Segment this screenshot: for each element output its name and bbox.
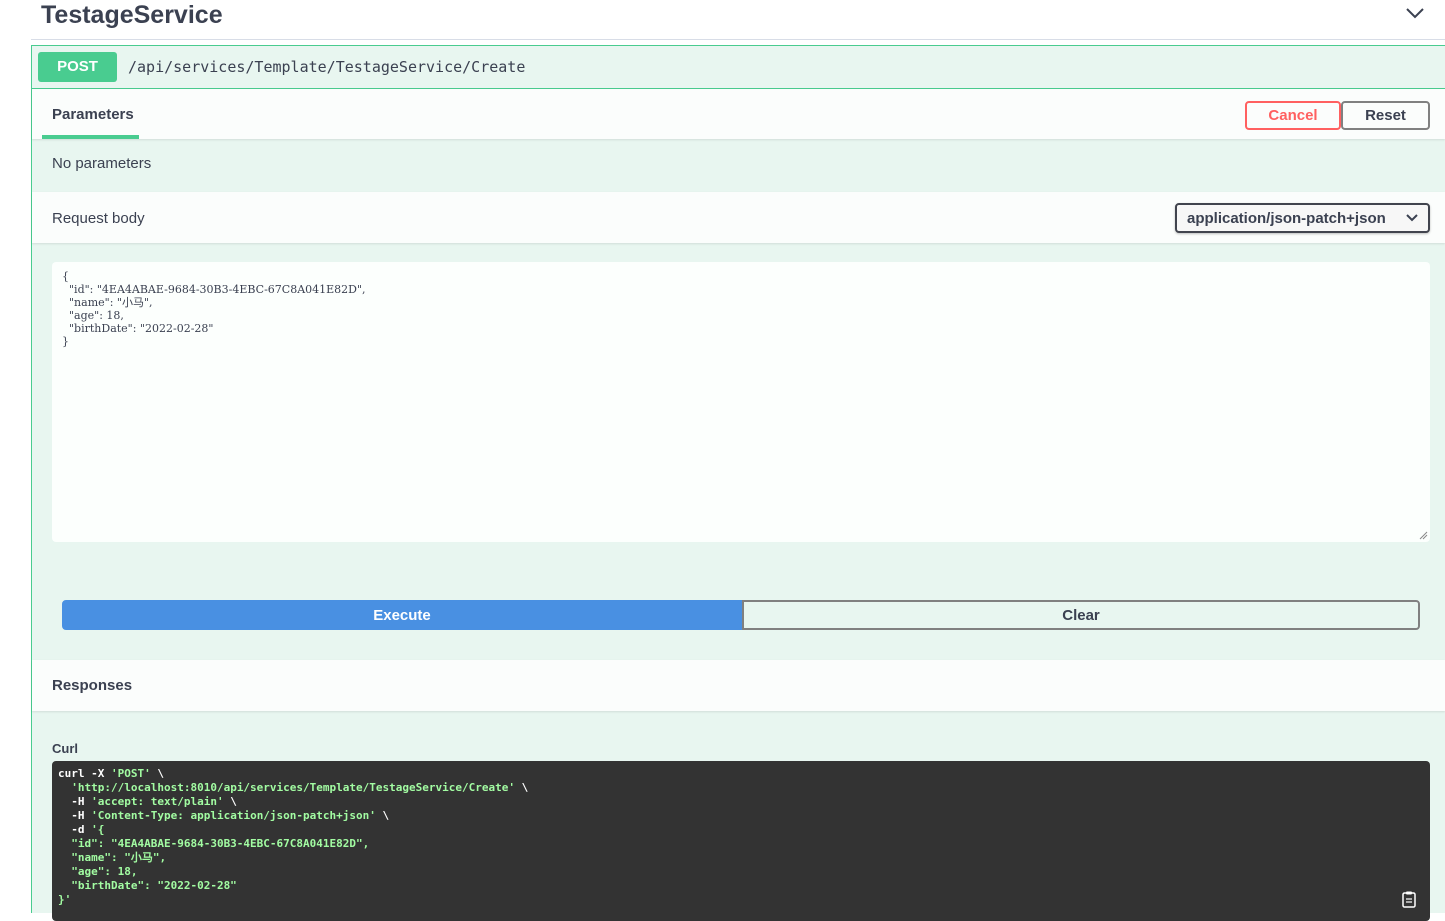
reset-button[interactable]: Reset — [1341, 101, 1430, 130]
curl-body-line: "age": 18, — [58, 865, 138, 878]
curl-string: 'Content-Type: application/json-patch+js… — [91, 809, 376, 822]
request-body-label: Request body — [52, 210, 145, 227]
curl-text: \ — [223, 795, 237, 808]
curl-text: \ — [150, 767, 164, 780]
curl-text: -H — [58, 809, 92, 822]
cancel-button[interactable]: Cancel — [1245, 101, 1341, 130]
operation-block: POST /api/services/Template/TestageServi… — [31, 45, 1445, 921]
curl-string: '{ — [91, 823, 105, 836]
curl-string: 'POST' — [110, 767, 151, 780]
tab-parameters[interactable]: Parameters — [52, 106, 134, 123]
content-type-select[interactable]: application/json-patch+json — [1175, 203, 1430, 233]
curl-string: 'accept: text/plain' — [91, 795, 224, 808]
curl-body-line: "id": "4EA4ABAE-9684-30B3-4EBC-67C8A041E… — [58, 837, 370, 850]
curl-body-line: "birthDate": "2022-02-28" — [58, 879, 237, 892]
clear-button[interactable]: Clear — [742, 600, 1420, 630]
responses-header: Responses — [32, 660, 1445, 711]
curl-text: -d — [58, 823, 92, 836]
tag-title[interactable]: TestageService — [41, 0, 223, 30]
operation-path: /api/services/Template/TestageService/Cr… — [128, 58, 526, 76]
parameters-header: Parameters Cancel Reset — [32, 89, 1445, 139]
clipboard-icon[interactable] — [1400, 890, 1418, 908]
no-parameters-text: No parameters — [52, 155, 152, 172]
curl-label: Curl — [52, 741, 78, 756]
request-body-editor[interactable]: { "id": "4EA4ABAE-9684-30B3-4EBC-67C8A04… — [52, 262, 1430, 542]
method-badge: POST — [38, 52, 117, 82]
chevron-down-icon[interactable] — [1405, 5, 1425, 21]
tag-header[interactable]: TestageService — [31, 0, 1445, 40]
content-type-value: application/json-patch+json — [1187, 210, 1386, 227]
curl-string: 'http://localhost:8010/api/services/Temp… — [71, 781, 515, 794]
tab-underline — [42, 135, 139, 139]
curl-body-line: "name": "小马", — [58, 851, 167, 864]
operation-summary[interactable]: POST /api/services/Template/TestageServi… — [32, 46, 1445, 89]
chevron-down-icon — [1406, 214, 1418, 222]
responses-label: Responses — [52, 677, 133, 694]
resize-handle-icon[interactable] — [1418, 530, 1428, 540]
curl-text: \ — [375, 809, 390, 822]
execute-button[interactable]: Execute — [62, 600, 742, 630]
curl-command[interactable]: curl -X 'POST' \ 'http://localhost:8010/… — [52, 761, 1430, 921]
curl-text: \ — [514, 781, 529, 794]
curl-body-line: }' — [58, 893, 72, 906]
curl-text: curl -X — [58, 767, 111, 780]
curl-text: -H — [58, 795, 92, 808]
request-body-header: Request body application/json-patch+json — [32, 192, 1445, 243]
